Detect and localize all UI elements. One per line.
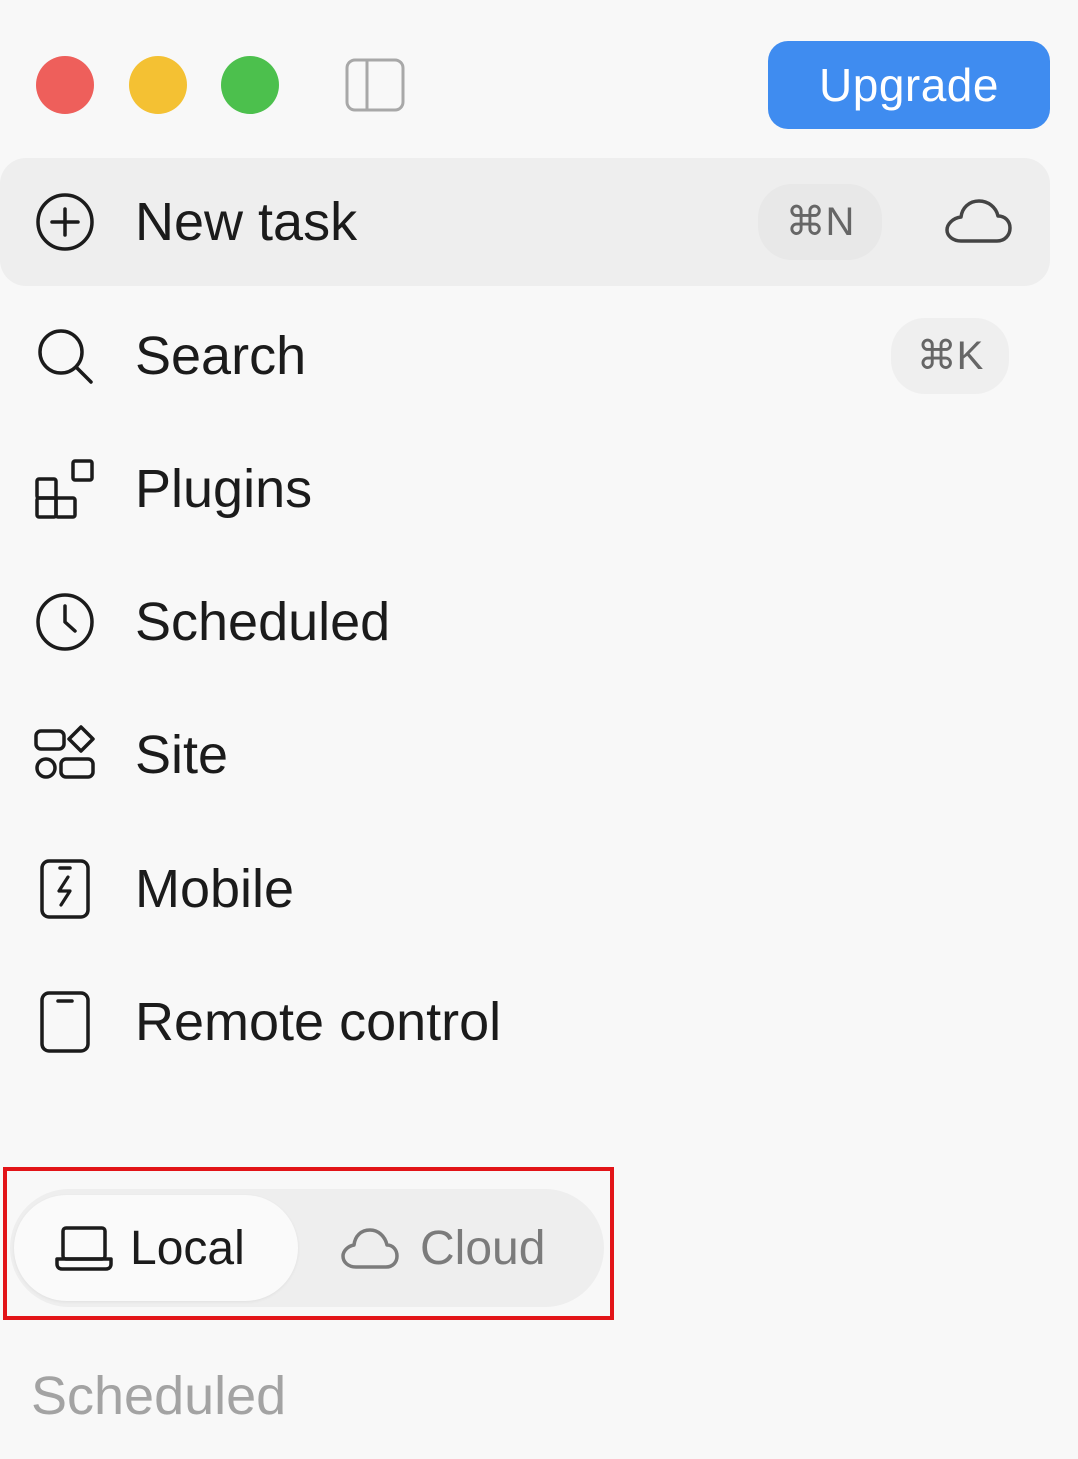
- nav-label-search: Search: [135, 326, 307, 386]
- tablet-icon: [32, 989, 98, 1055]
- close-window-button[interactable]: [36, 56, 94, 114]
- nav-label-remote-control: Remote control: [135, 992, 502, 1052]
- nav-label-new-task: New task: [135, 192, 358, 252]
- nav-label-plugins: Plugins: [135, 459, 313, 519]
- plugins-icon: [32, 456, 98, 522]
- section-heading-scheduled: Scheduled: [31, 1366, 287, 1426]
- plus-circle-icon: [32, 189, 98, 255]
- nav-item-search[interactable]: Search ⌘K: [0, 292, 1050, 420]
- minimize-window-button[interactable]: [129, 56, 187, 114]
- nav-item-new-task[interactable]: New task ⌘N: [0, 158, 1050, 286]
- upgrade-button[interactable]: Upgrade: [768, 41, 1050, 129]
- site-icon: [32, 722, 98, 788]
- maximize-window-button[interactable]: [221, 56, 279, 114]
- mobile-icon: [32, 856, 98, 922]
- sidebar-toggle-icon[interactable]: [345, 58, 405, 112]
- nav-item-scheduled[interactable]: Scheduled: [0, 558, 1050, 686]
- nav-label-mobile: Mobile: [135, 859, 295, 919]
- clock-icon: [32, 589, 98, 655]
- nav-label-site: Site: [135, 725, 229, 785]
- nav-item-mobile[interactable]: Mobile: [0, 825, 1050, 953]
- new-task-shortcut: ⌘N: [758, 184, 882, 260]
- nav-item-site[interactable]: Site: [0, 691, 1050, 819]
- search-icon: [32, 323, 98, 389]
- search-shortcut: ⌘K: [891, 318, 1009, 394]
- nav-item-remote-control[interactable]: Remote control: [0, 958, 1050, 1086]
- nav-item-plugins[interactable]: Plugins: [0, 425, 1050, 553]
- cloud-icon[interactable]: [943, 197, 1013, 247]
- nav-label-scheduled: Scheduled: [135, 592, 391, 652]
- highlight-box: [3, 1167, 614, 1320]
